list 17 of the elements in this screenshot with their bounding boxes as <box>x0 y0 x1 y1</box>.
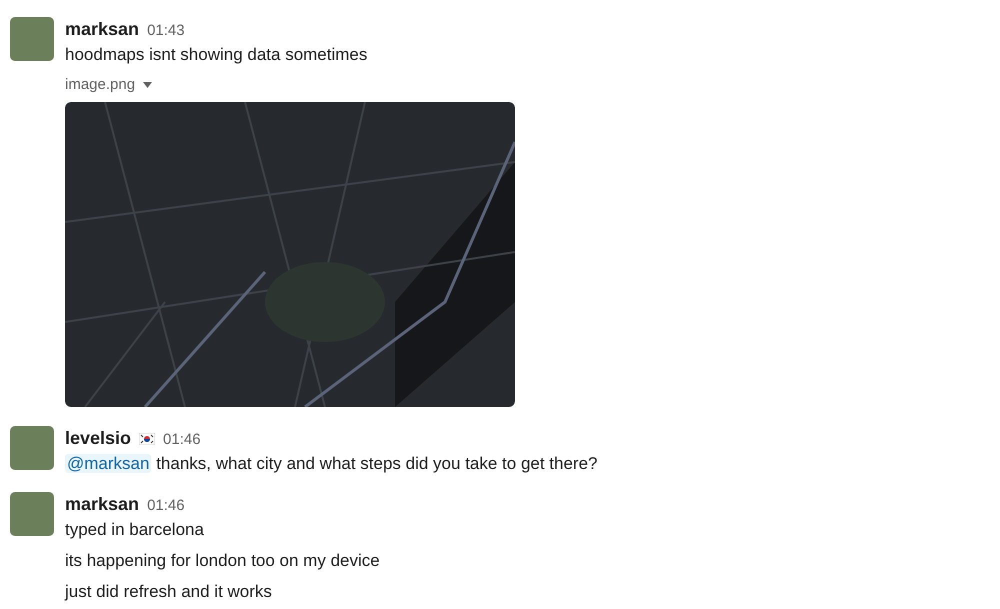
message-text: thanks, what city and what steps did you take to get there? <box>156 454 598 474</box>
caret-icon[interactable] <box>143 82 152 88</box>
timestamp: 01:43 <box>147 21 185 41</box>
message-text: hoodmaps isnt showing data sometimes <box>65 44 368 66</box>
avatar-placeholder <box>10 17 54 61</box>
avatar-placeholder <box>10 426 54 470</box>
file-name[interactable]: image.png <box>65 74 136 96</box>
message-text: its happening for london too on my device <box>65 550 381 572</box>
author-name: levelsio <box>65 427 132 450</box>
timestamp: 01:46 <box>163 430 201 450</box>
message-text: typed in barcelona <box>65 519 205 542</box>
message-text: just did refresh and it works <box>65 580 273 603</box>
avatar-placeholder <box>10 492 54 536</box>
user-mention[interactable]: @marksan <box>65 454 152 474</box>
author-name: marksan <box>65 493 140 516</box>
author-name: marksan <box>65 18 140 41</box>
timestamp: 01:46 <box>147 496 185 516</box>
